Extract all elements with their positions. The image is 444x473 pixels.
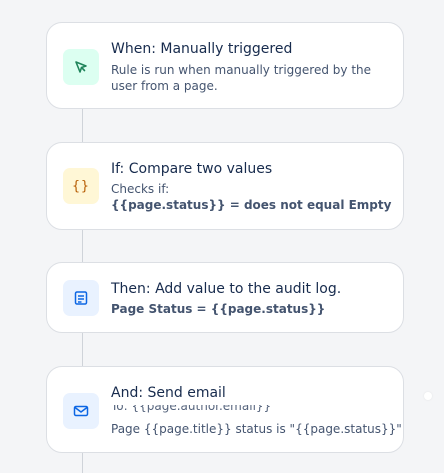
condition-title: If: Compare two values (111, 161, 273, 177)
trigger-title: When: Manually triggered (111, 41, 293, 57)
cursor-pointer-icon (75, 61, 87, 73)
condition-expression: {{page.status}} = does not equal Empty (111, 198, 392, 212)
trigger-card[interactable]: When: Manually triggered Rule is run whe… (46, 22, 404, 109)
document-icon (74, 291, 88, 305)
condition-card[interactable]: {} If: Compare two values Checks if: {{p… (46, 142, 404, 230)
connector-line (82, 452, 83, 473)
mail-icon (73, 405, 89, 417)
send-email-title: And: Send email (111, 385, 226, 401)
send-email-recipient: To: {{page.author.email}} (111, 405, 271, 413)
audit-log-card[interactable]: Then: Add value to the audit log. Page S… (46, 262, 404, 333)
audit-log-title: Then: Add value to the audit log. (111, 281, 342, 297)
audit-log-value: Page Status = {{page.status}} (111, 302, 326, 316)
trigger-icon-box (63, 49, 99, 85)
curly-braces-icon: {} (72, 178, 90, 194)
send-email-recipient-text: To: {{page.author.email}} (111, 405, 272, 413)
send-email-card[interactable]: And: Send email To: {{page.author.email}… (46, 366, 404, 453)
condition-description-line: Checks if: (111, 182, 170, 196)
send-email-subject: Page {{page.title}} status is "{{page.st… (111, 422, 402, 436)
trigger-description-line: user from a page. (111, 79, 218, 93)
trigger-description-line: Rule is run when manually triggered by t… (111, 63, 372, 77)
send-email-icon-box (63, 393, 99, 429)
condition-icon-box: {} (63, 168, 99, 204)
audit-log-icon-box (63, 280, 99, 316)
connector-line (82, 229, 83, 263)
rule-canvas: When: Manually triggered Rule is run whe… (0, 0, 444, 473)
connector-line (82, 332, 83, 367)
scroll-indicator-dot (424, 392, 432, 400)
connector-line (82, 108, 83, 143)
